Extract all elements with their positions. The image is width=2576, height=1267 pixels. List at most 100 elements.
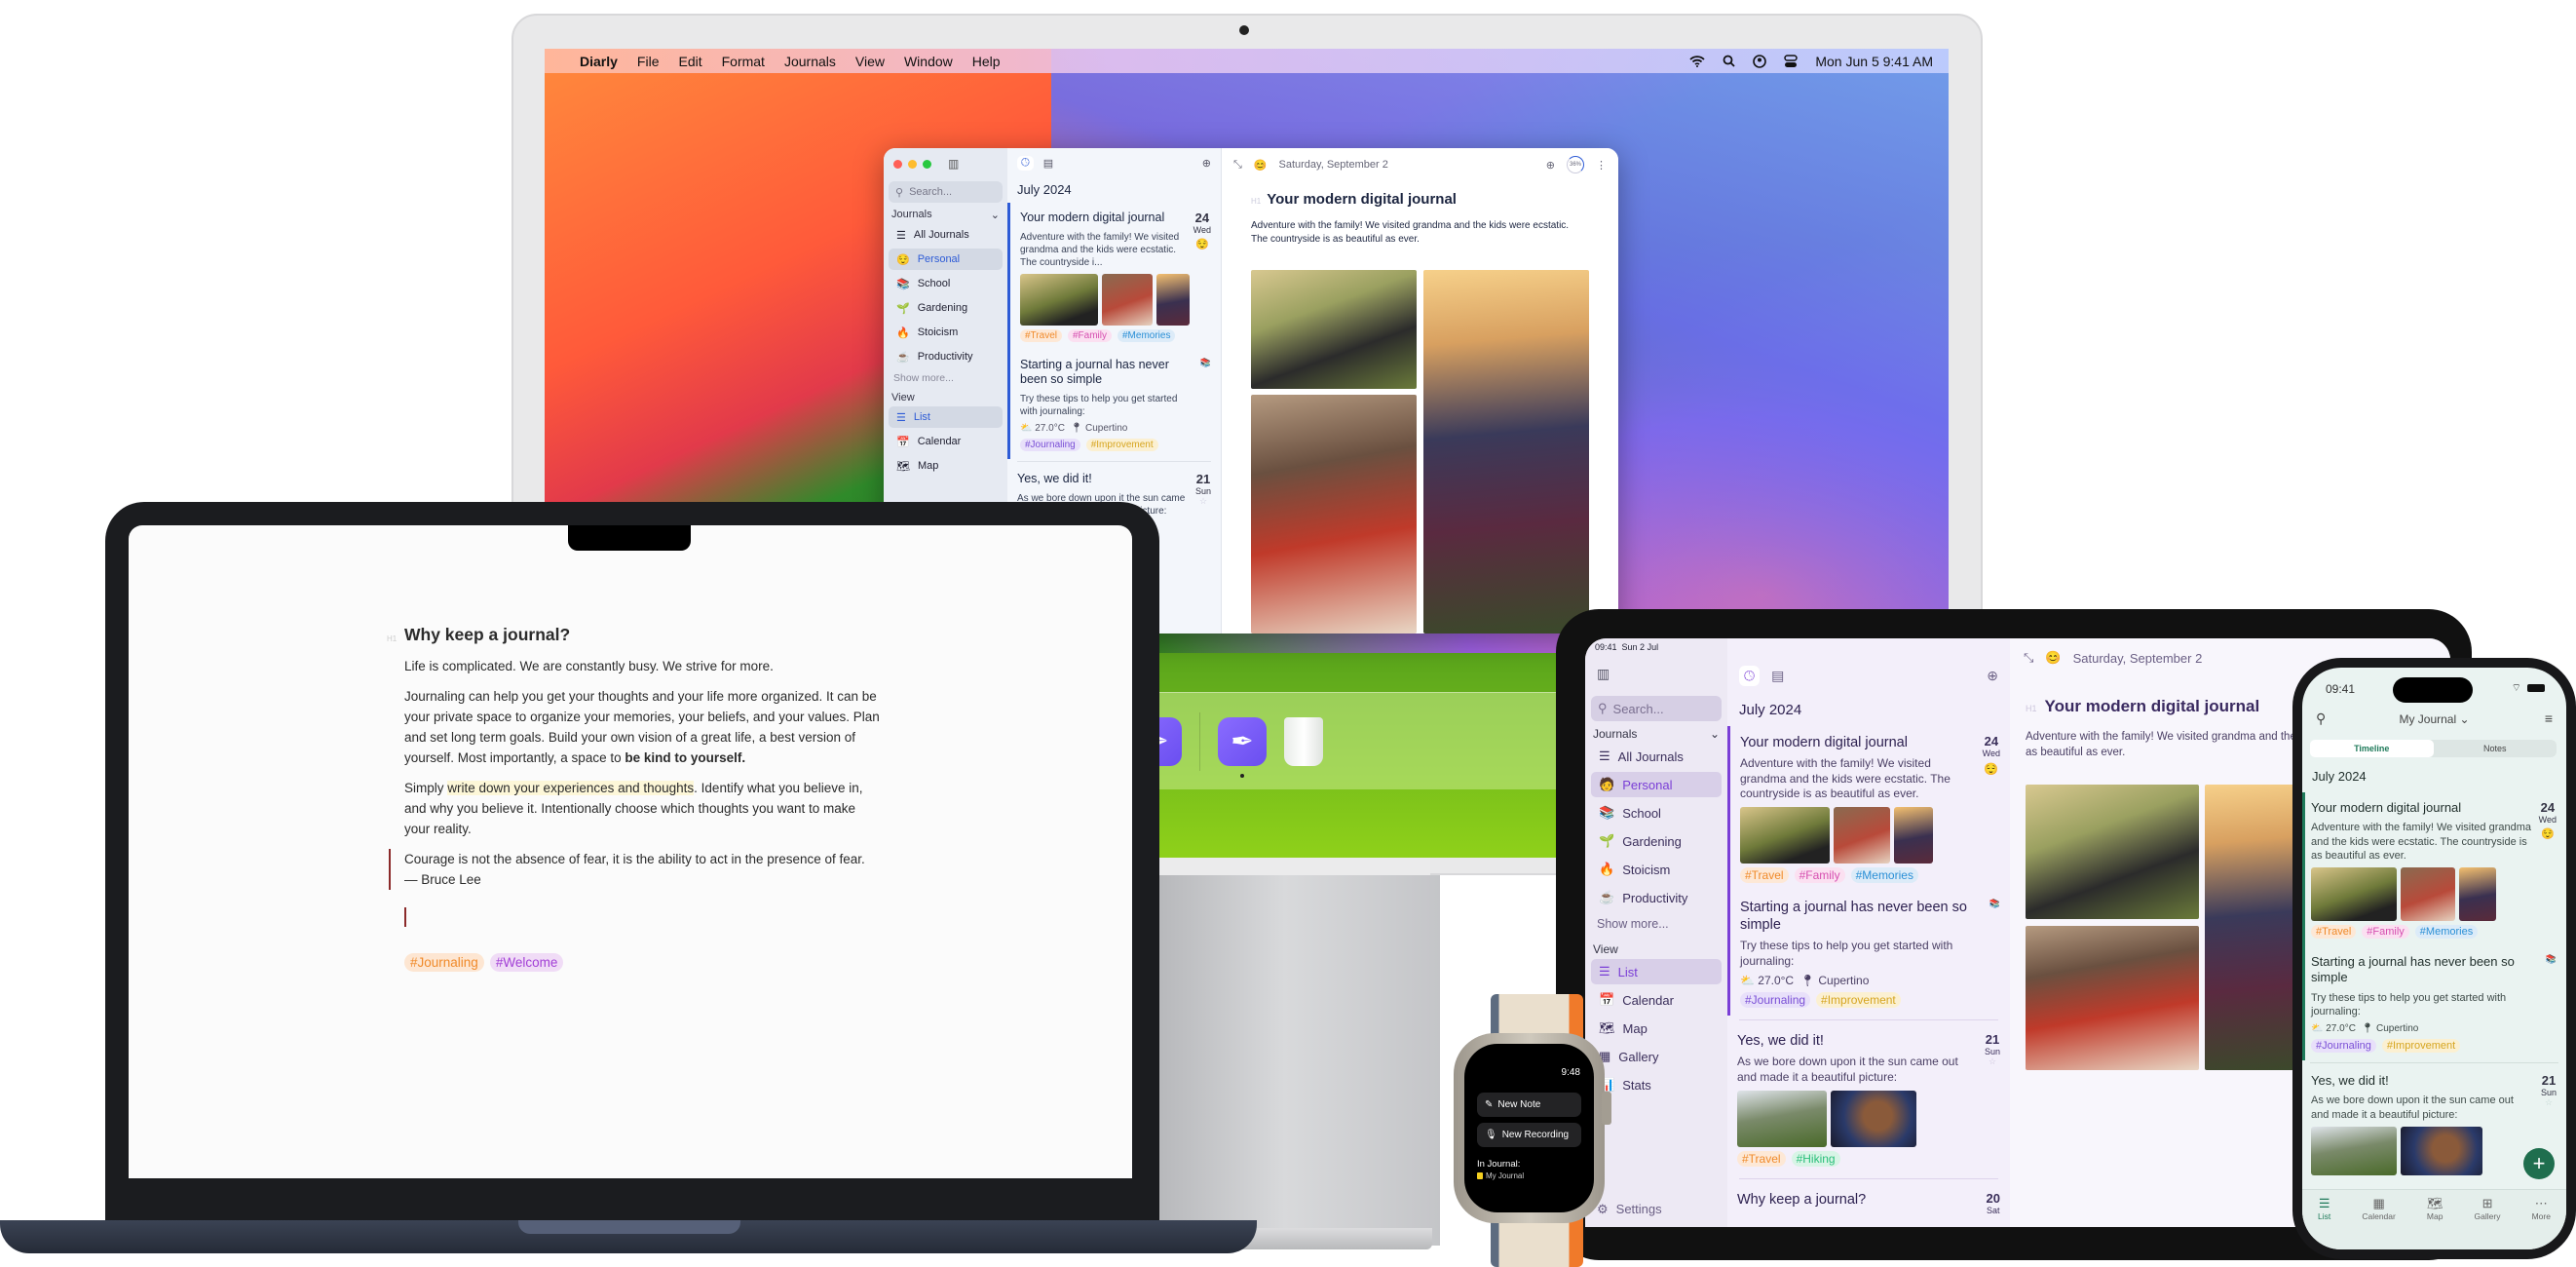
sidebar-toggle-icon[interactable]: ▥ xyxy=(948,157,959,171)
mood-icon[interactable]: 😊 xyxy=(1254,159,1268,172)
journal-photo[interactable] xyxy=(1251,395,1417,634)
search-field[interactable]: ⚲ Search... xyxy=(1591,696,1722,721)
tag-journaling[interactable]: #Journaling xyxy=(404,953,484,972)
tag-welcome[interactable]: #Welcome xyxy=(489,953,564,972)
sidebar-item-list[interactable]: ☰ List xyxy=(1591,959,1722,984)
tag-travel[interactable]: #Travel xyxy=(2311,925,2357,940)
sidebar-item-all-journals[interactable]: ☰ All Journals xyxy=(889,224,1003,246)
entry-card[interactable]: Your modern digital journal 24 Wed 😌 Adven… xyxy=(1727,726,2010,1017)
control-center-icon[interactable] xyxy=(1784,54,1799,68)
paragraph[interactable]: Life is complicated. We are constantly b… xyxy=(404,656,882,676)
sidebar-item-gardening[interactable]: 🌱 Gardening xyxy=(889,297,1003,319)
sidebar-item-productivity[interactable]: ☕ Productivity xyxy=(1591,885,1722,910)
journals-header[interactable]: Journals ⌄ xyxy=(884,209,1007,221)
expand-icon[interactable]: ⤡ xyxy=(1233,159,1242,172)
photo-thumbnail[interactable] xyxy=(1102,273,1153,326)
journal-photo[interactable] xyxy=(2026,785,2199,919)
tag-travel[interactable]: #Travel xyxy=(1740,866,1789,883)
show-more-link[interactable]: Show more... xyxy=(884,370,1007,386)
segment-timeline[interactable]: Timeline xyxy=(2310,740,2434,757)
sidebar-item-school[interactable]: 📚 School xyxy=(889,273,1003,294)
tag-family[interactable]: #Family xyxy=(1067,328,1112,342)
entry-card[interactable]: Your modern digital journal 24 Wed 😌 Adven… xyxy=(2302,792,2566,1061)
wifi-icon[interactable] xyxy=(1689,55,1705,67)
entry-item[interactable]: Yes, we did it! 21 Sun ☆ As we bore down u… xyxy=(1727,1024,2010,1173)
add-entry-button[interactable]: + xyxy=(2523,1148,2555,1179)
star-icon[interactable]: ☆ xyxy=(2541,1097,2557,1108)
tag-travel[interactable]: #Travel xyxy=(1737,1150,1786,1167)
photo-thumbnail[interactable] xyxy=(2311,1127,2397,1176)
document-editor[interactable]: H1 Why keep a journal? Life is complicate… xyxy=(387,625,882,973)
tag-improvement[interactable]: #Improvement xyxy=(2381,1039,2461,1054)
close-button[interactable] xyxy=(893,160,902,169)
photo-thumbnail[interactable] xyxy=(1156,273,1190,326)
journal-photo[interactable] xyxy=(2026,926,2199,1070)
entry-item[interactable]: Starting a journal has never been so sim… xyxy=(1730,891,2010,1016)
photo-thumbnail[interactable] xyxy=(2401,1127,2482,1176)
new-note-button[interactable]: ✎ New Note xyxy=(1477,1093,1581,1117)
sidebar-item-stoicism[interactable]: 🔥 Stoicism xyxy=(1591,857,1722,882)
entry-item[interactable]: Your modern digital journal 24 Wed 😌 Adven… xyxy=(2305,792,2566,946)
tag-journaling[interactable]: #Journaling xyxy=(2311,1039,2376,1054)
trash-icon[interactable] xyxy=(1284,716,1323,766)
more-icon[interactable]: ⋮ xyxy=(1596,159,1607,172)
entry-item[interactable]: Starting a journal has never been so sim… xyxy=(2305,946,2566,1060)
tab-gallery[interactable]: ⊞ Gallery xyxy=(2475,1196,2501,1249)
notes-icon[interactable]: ▤ xyxy=(1771,668,1784,684)
entry-heading[interactable]: Your modern digital journal xyxy=(2045,697,2260,716)
journal-picker[interactable]: My Journal ⌄ xyxy=(2302,712,2566,726)
settings-item[interactable]: ⚙ Settings xyxy=(1597,1202,1662,1217)
segment-notes[interactable]: Notes xyxy=(2434,740,2557,757)
diarly-app-icon[interactable]: ✒ xyxy=(1218,716,1267,778)
sidebar-item-gardening[interactable]: 🌱 Gardening xyxy=(1591,828,1722,854)
sidebar-item-list[interactable]: ☰ List xyxy=(889,406,1003,428)
paragraph[interactable]: Simply write down your experiences and t… xyxy=(404,778,882,839)
add-icon[interactable]: ⊕ xyxy=(1546,159,1555,172)
menu-clock[interactable]: Mon Jun 5 9:41 AM xyxy=(1815,54,1933,69)
menu-window[interactable]: Window xyxy=(904,54,953,69)
sidebar-item-productivity[interactable]: ☕ Productivity xyxy=(889,346,1003,367)
photo-thumbnail[interactable] xyxy=(1894,806,1933,864)
menu-format[interactable]: Format xyxy=(722,54,765,69)
tag-journaling[interactable]: #Journaling xyxy=(1020,438,1080,451)
menu-app-name[interactable]: Diarly xyxy=(580,54,618,69)
search-field[interactable]: ⚲ Search... xyxy=(889,181,1003,203)
filter-icon[interactable]: ≡ xyxy=(2545,710,2553,726)
watch-crown[interactable] xyxy=(1602,1092,1611,1125)
entry-item[interactable]: Your modern digital journal 24 Wed 😌 Adven… xyxy=(1730,726,2010,891)
tag-journaling[interactable]: #Journaling xyxy=(1740,992,1811,1009)
tag-memories[interactable]: #Memories xyxy=(1850,866,1918,883)
tag-family[interactable]: #Family xyxy=(2362,925,2409,940)
journal-selector[interactable]: My Journal xyxy=(1477,1171,1524,1180)
entry-item[interactable]: Your modern digital journal 24 Wed 😌 Adven… xyxy=(1010,203,1221,350)
journal-photo[interactable] xyxy=(1251,270,1417,389)
tag-improvement[interactable]: #Improvement xyxy=(1085,438,1158,451)
document-heading[interactable]: H1 Why keep a journal? xyxy=(387,625,882,645)
menu-edit[interactable]: Edit xyxy=(678,54,701,69)
entry-card[interactable]: Your modern digital journal 24 Wed 😌 Adven… xyxy=(1007,203,1221,459)
tab-calendar[interactable]: ▦ Calendar xyxy=(2362,1196,2396,1249)
entry-item[interactable]: Starting a journal has never been so sim… xyxy=(1010,350,1221,459)
search-icon[interactable] xyxy=(1723,55,1735,67)
photo-thumbnail[interactable] xyxy=(1020,273,1098,326)
menu-journals[interactable]: Journals xyxy=(784,54,836,69)
timeline-icon[interactable]: 🕓︎ xyxy=(1017,156,1034,171)
sidebar-toggle-icon[interactable]: ▥ xyxy=(1585,656,1727,692)
menu-help[interactable]: Help xyxy=(972,54,1001,69)
sidebar-item-all-journals[interactable]: ☰ All Journals xyxy=(1591,744,1722,769)
zoom-button[interactable] xyxy=(923,160,931,169)
entry-heading[interactable]: Your modern digital journal xyxy=(1267,191,1457,208)
journal-photo[interactable] xyxy=(1423,270,1589,634)
journals-header[interactable]: Journals ⌄ xyxy=(1585,727,1727,741)
sidebar-item-school[interactable]: 📚 School xyxy=(1591,800,1722,825)
sidebar-item-map[interactable]: 🗺 Map xyxy=(889,455,1003,477)
sidebar-item-gallery[interactable]: ▦ Gallery xyxy=(1591,1044,1722,1069)
tag-travel[interactable]: #Travel xyxy=(1020,328,1062,342)
notes-icon[interactable]: ▤ xyxy=(1043,157,1053,170)
photo-thumbnail[interactable] xyxy=(1737,1090,1827,1147)
tab-map[interactable]: 🗺︎ Map xyxy=(2427,1196,2443,1249)
tag-improvement[interactable]: #Improvement xyxy=(1816,992,1901,1009)
menu-file[interactable]: File xyxy=(637,54,660,69)
sidebar-item-calendar[interactable]: 📅 Calendar xyxy=(889,431,1003,452)
tab-list[interactable]: ☰ List xyxy=(2318,1196,2330,1249)
